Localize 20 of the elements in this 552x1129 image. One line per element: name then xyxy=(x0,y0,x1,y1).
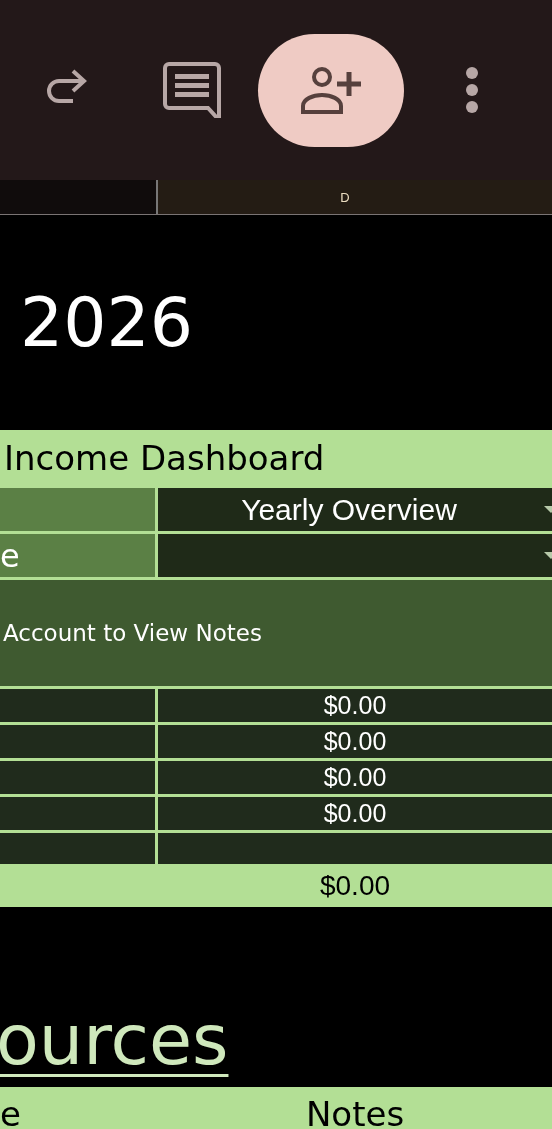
total-amount: $0.00 xyxy=(318,869,392,902)
dropdown-arrow-icon xyxy=(544,505,552,514)
comment-button[interactable] xyxy=(162,60,222,120)
amount-cell: $0.00 xyxy=(158,761,552,794)
amount-cell: $0.00 xyxy=(158,797,552,830)
column-heading: e xyxy=(0,1093,22,1129)
dashboard-title: Income Dashboard xyxy=(4,438,325,478)
dropdown-arrow-icon xyxy=(544,551,552,560)
amount-cell: $0.00 xyxy=(158,725,552,758)
notes-cell: Account to View Notes xyxy=(0,580,552,686)
view-dropdown[interactable]: Yearly Overview xyxy=(158,488,552,531)
row-label: e xyxy=(0,534,155,577)
year-title: 2026 xyxy=(20,288,194,357)
section-heading: ources xyxy=(0,1005,229,1075)
column-heading: Notes xyxy=(304,1093,406,1129)
column-header[interactable]: D xyxy=(158,180,552,214)
comment-icon xyxy=(163,62,221,118)
amount-cell: $0.00 xyxy=(158,689,552,722)
add-person-icon xyxy=(299,66,363,114)
more-icon xyxy=(465,66,479,114)
